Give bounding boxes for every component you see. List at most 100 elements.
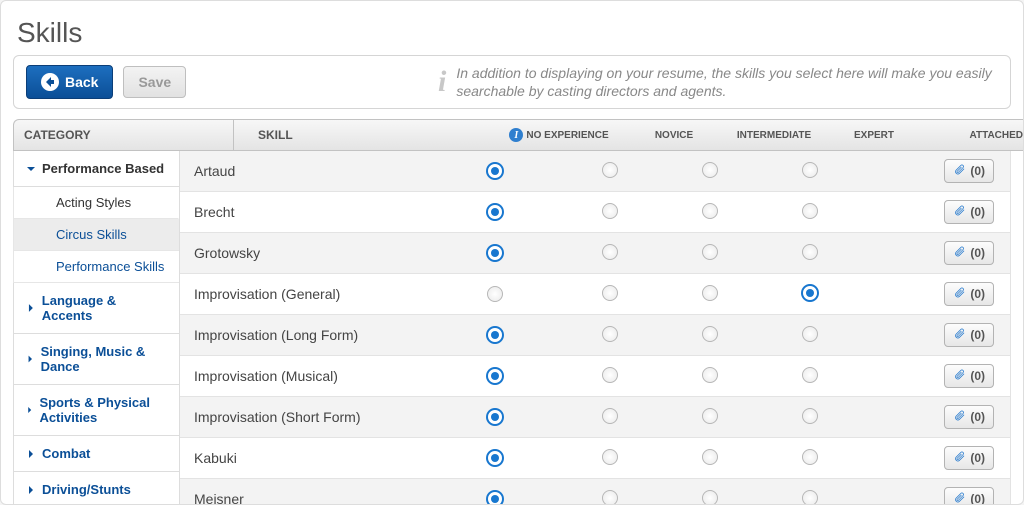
skill-level-radio[interactable]: [602, 449, 618, 465]
paperclip-icon: [953, 286, 966, 302]
paperclip-icon: [953, 368, 966, 384]
skill-level-radio[interactable]: [487, 450, 503, 466]
skill-row: Improvisation (Long Form) (0): [180, 315, 1011, 356]
skill-level-radio[interactable]: [487, 245, 503, 261]
category-label: Driving/Stunts: [42, 482, 131, 497]
skill-level-radio[interactable]: [802, 162, 818, 178]
media-count: (0): [970, 492, 985, 505]
skill-table-header: SKILL i NO EXPERIENCE NOVICE INTERMEDIAT…: [233, 119, 1024, 151]
skill-level-radio[interactable]: [702, 449, 718, 465]
attached-media-button[interactable]: (0): [944, 364, 994, 388]
skill-name: Kabuki: [180, 450, 430, 466]
skill-level-radio[interactable]: [487, 409, 503, 425]
skill-level-radio[interactable]: [702, 408, 718, 424]
skill-header-label: SKILL: [244, 128, 494, 142]
subcategory-item[interactable]: Performance Skills: [13, 251, 179, 283]
skill-level-radio[interactable]: [702, 285, 718, 301]
skill-level-radio[interactable]: [802, 408, 818, 424]
skill-level-radio[interactable]: [702, 490, 718, 505]
paperclip-icon: [953, 491, 966, 505]
paperclip-icon: [953, 204, 966, 220]
media-count: (0): [970, 328, 985, 342]
paperclip-icon: [953, 327, 966, 343]
paperclip-icon: [953, 450, 966, 466]
skill-name: Improvisation (Short Form): [180, 409, 430, 425]
skill-level-radio[interactable]: [487, 204, 503, 220]
subcategory-item[interactable]: Acting Styles: [13, 187, 179, 219]
skill-level-radio[interactable]: [802, 326, 818, 342]
skill-level-radio[interactable]: [802, 449, 818, 465]
skill-level-radio[interactable]: [487, 163, 503, 179]
info-badge-icon[interactable]: i: [509, 128, 523, 142]
page-title: Skills: [7, 7, 1017, 55]
skill-name: Improvisation (Musical): [180, 368, 430, 384]
media-count: (0): [970, 246, 985, 260]
attached-media-button[interactable]: (0): [944, 241, 994, 265]
skill-level-radio[interactable]: [487, 327, 503, 343]
skill-level-radio[interactable]: [802, 285, 818, 301]
skill-level-radio[interactable]: [602, 203, 618, 219]
paperclip-icon: [953, 163, 966, 179]
category-item[interactable]: Driving/Stunts: [13, 472, 179, 505]
skill-level-radio[interactable]: [702, 203, 718, 219]
media-count: (0): [970, 164, 985, 178]
skill-row: Brecht(0): [180, 192, 1011, 233]
skill-level-radio[interactable]: [702, 367, 718, 383]
media-header-label: ATTACHED MEDIA: [924, 130, 1024, 141]
category-label: Combat: [42, 446, 90, 461]
category-label: Sports & Physical Activities: [39, 395, 167, 425]
attached-media-button[interactable]: (0): [944, 282, 994, 306]
subcategory-item[interactable]: Circus Skills: [13, 219, 179, 251]
skill-level-radio[interactable]: [702, 162, 718, 178]
attached-media-button[interactable]: (0): [944, 200, 994, 224]
skill-row: Kabuki (0): [180, 438, 1011, 479]
skill-row: Improvisation (General) (0): [180, 274, 1011, 315]
attached-media-button[interactable]: (0): [944, 405, 994, 429]
skill-level-radio[interactable]: [602, 326, 618, 342]
category-item[interactable]: Singing, Music & Dance: [13, 334, 179, 385]
skill-level-radio[interactable]: [487, 286, 503, 302]
skill-name: Improvisation (General): [180, 286, 430, 302]
skill-row: Improvisation (Short Form) (0): [180, 397, 1011, 438]
level-header-intermediate: INTERMEDIATE: [724, 130, 824, 141]
skill-level-radio[interactable]: [802, 244, 818, 260]
level-header-novice: NOVICE: [624, 130, 724, 141]
skill-name: Meisner: [180, 491, 430, 505]
attached-media-button[interactable]: (0): [944, 323, 994, 347]
level-header-expert: EXPERT: [824, 130, 924, 141]
attached-media-button[interactable]: (0): [944, 487, 994, 505]
category-label: Language & Accents: [42, 293, 167, 323]
skill-level-radio[interactable]: [702, 326, 718, 342]
skill-level-radio[interactable]: [487, 368, 503, 384]
skill-level-radio[interactable]: [802, 203, 818, 219]
skill-name: Grotowsky: [180, 245, 430, 261]
paperclip-icon: [953, 245, 966, 261]
tip-text: i In addition to displaying on your resu…: [438, 64, 998, 100]
skill-level-radio[interactable]: [487, 491, 503, 505]
skill-level-radio[interactable]: [602, 285, 618, 301]
media-count: (0): [970, 451, 985, 465]
category-item[interactable]: Combat: [13, 436, 179, 472]
skill-level-radio[interactable]: [702, 244, 718, 260]
skill-level-radio[interactable]: [602, 408, 618, 424]
skill-level-radio[interactable]: [802, 367, 818, 383]
save-button: Save: [123, 66, 186, 98]
skill-name: Improvisation (Long Form): [180, 327, 430, 343]
info-icon: i: [438, 67, 446, 97]
media-count: (0): [970, 205, 985, 219]
skill-level-radio[interactable]: [602, 367, 618, 383]
skill-level-radio[interactable]: [602, 162, 618, 178]
attached-media-button[interactable]: (0): [944, 159, 994, 183]
skill-level-radio[interactable]: [602, 490, 618, 505]
category-item[interactable]: Performance Based: [13, 151, 179, 187]
skill-name: Artaud: [180, 163, 430, 179]
skill-row: Artaud (0): [180, 151, 1011, 192]
category-item[interactable]: Sports & Physical Activities: [13, 385, 179, 436]
back-button[interactable]: Back: [26, 65, 113, 99]
tip-message: In addition to displaying on your resume…: [456, 64, 998, 100]
attached-media-button[interactable]: (0): [944, 446, 994, 470]
skill-level-radio[interactable]: [602, 244, 618, 260]
category-item[interactable]: Language & Accents: [13, 283, 179, 334]
skill-level-radio[interactable]: [802, 490, 818, 505]
paperclip-icon: [953, 409, 966, 425]
